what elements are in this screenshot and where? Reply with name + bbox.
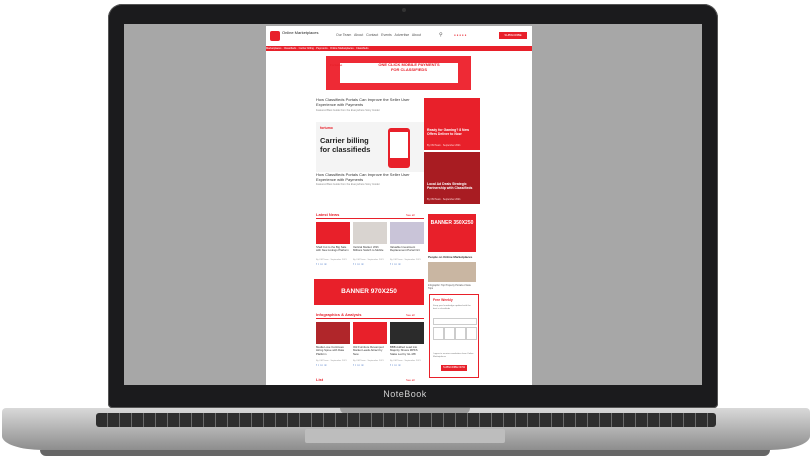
search-icon[interactable]: ⚲	[439, 32, 443, 38]
trackpad	[305, 429, 505, 443]
logo-icon[interactable]	[270, 31, 280, 41]
newsletter-consent[interactable]: I agree to receive newsletters from Onli…	[433, 353, 475, 359]
featured-article-title[interactable]: How Classifieds Portals Can Improve the …	[316, 97, 422, 107]
hero-ad-image[interactable]: fortumo Carrier billing for classifieds	[316, 122, 424, 172]
newsletter-subscribe-button[interactable]: SUBSCRIBE NOW	[441, 365, 467, 371]
side-panel-title: People on Online Marketplaces	[428, 255, 473, 259]
phone-screen	[390, 132, 408, 158]
featured-article-meta: Featured Best Guide from the Everywhere …	[316, 183, 380, 186]
bottom-section-heading: List	[316, 377, 324, 382]
newsletter-description: Keep your knowledge updated with the bes…	[433, 305, 471, 310]
news-ticker[interactable]: Marketplaces · Classifieds · Carrier bil…	[266, 46, 532, 51]
webcam-icon	[402, 8, 406, 12]
news-title[interactable]: Shall Cut to the Big Sale with New Listi…	[316, 245, 351, 253]
share-icons[interactable]: f t in ✉	[316, 263, 327, 266]
banner-970x250[interactable]: BANNER 970X250	[314, 279, 424, 305]
keyboard	[96, 413, 716, 427]
subscribe-button[interactable]: SUBSCRIBE	[499, 32, 527, 39]
news-title[interactable]: Old Furniture Revamped Market Leads Attr…	[353, 345, 388, 356]
news-thumbnail[interactable]	[353, 222, 387, 244]
news-title[interactable]: Vertical Market: With Millions Switch to…	[353, 245, 388, 253]
latest-news-see-all[interactable]: See all	[406, 213, 415, 217]
news-thumbnail[interactable]	[353, 322, 387, 344]
side-story-meta: By OM Team · September 2021	[427, 198, 461, 201]
side-story-card[interactable]: Local Ad Deals Strategic Partnership wit…	[424, 152, 480, 204]
nav-item[interactable]: Our Team	[336, 33, 351, 37]
news-thumbnail[interactable]	[390, 322, 424, 344]
ad-brand: Fortumo	[330, 63, 343, 67]
news-thumbnail[interactable]	[316, 222, 350, 244]
newsletter-email-input[interactable]	[433, 318, 477, 325]
nav-item[interactable]: Events	[381, 33, 392, 37]
hero-brand: fortumo	[320, 126, 333, 130]
news-meta: By OM Team · September 2021	[390, 259, 421, 261]
side-panel-image[interactable]	[428, 262, 476, 282]
notebook-brand-label: NoteBook	[383, 389, 427, 399]
share-icons[interactable]: f t in ✉	[390, 263, 401, 266]
news-title[interactable]: Media Love Continues Hiring Spree with D…	[316, 345, 351, 356]
infographics-heading: Infographics & Analysis	[316, 312, 362, 317]
top-ad-banner[interactable]: Fortumo ONE CLICK MOBILE PAYMENTS FOR CL…	[326, 56, 471, 90]
share-icons[interactable]: f t in ✉	[353, 364, 364, 367]
side-story-meta: By OM Team · September 2021	[427, 144, 461, 147]
newsletter-option[interactable]	[444, 327, 455, 340]
ad-text: ONE CLICK MOBILE PAYMENTS FOR CLASSIFIED…	[378, 62, 440, 72]
news-meta: By OM Team · September 2021	[316, 259, 347, 261]
side-panel-caption[interactable]: Infographic: Top Property Portals of Asi…	[428, 284, 476, 290]
bottom-section-see-all[interactable]: See all	[406, 378, 415, 382]
nav-item[interactable]: Advertise	[395, 33, 410, 37]
nav-item[interactable]: About	[354, 33, 363, 37]
nav-item[interactable]: About	[412, 33, 421, 37]
section-divider	[316, 218, 424, 219]
news-title[interactable]: BBB Addled Lead into Majority Shows MPKS…	[390, 345, 425, 356]
newsletter-option[interactable]	[433, 327, 444, 340]
side-story-card[interactable]: Ready for Gaming? 8 New Offers Deliver t…	[424, 98, 480, 150]
nav-item[interactable]: Contact	[366, 33, 378, 37]
share-icons[interactable]: f t in ✉	[390, 364, 401, 367]
news-meta: By OM Team · September 2021	[353, 360, 384, 362]
news-meta: By OM Team · September 2021	[390, 360, 421, 362]
site-header: Online Marketplaces Our Team About Conta…	[266, 26, 532, 47]
newsletter-box: Free Weekly Keep your knowledge updated …	[429, 294, 479, 378]
site-logo-text[interactable]: Online Marketplaces	[282, 30, 322, 35]
laptop-frame: Online Marketplaces Our Team About Conta…	[0, 0, 811, 462]
laptop-bottom-edge	[40, 450, 770, 456]
newsletter-option[interactable]	[466, 327, 477, 340]
latest-news-heading: Latest News	[316, 212, 340, 217]
website-page: Online Marketplaces Our Team About Conta…	[266, 26, 532, 385]
main-navigation: Our Team About Contact Events Advertise …	[336, 33, 421, 37]
featured-article-title[interactable]: How Classifieds Portals Can Improve the …	[316, 172, 422, 182]
news-meta: By OM Team · September 2021	[353, 259, 384, 261]
news-thumbnail[interactable]	[390, 222, 424, 244]
share-icons[interactable]: f t in ✉	[353, 263, 364, 266]
section-divider	[316, 318, 424, 319]
side-story-title: Local Ad Deals Strategic Partnership wit…	[427, 182, 473, 190]
social-icons[interactable]: ● ● ● ● ●	[454, 33, 466, 37]
side-story-title: Ready for Gaming? 8 New Offers Deliver t…	[427, 128, 470, 136]
news-title[interactable]: Valuable Investment Replacement Portal O…	[390, 245, 425, 253]
newsletter-title: Free Weekly	[433, 298, 453, 302]
hero-headline: Carrier billing for classifieds	[320, 136, 371, 154]
infographics-see-all[interactable]: See all	[406, 313, 415, 317]
news-thumbnail[interactable]	[316, 322, 350, 344]
banner-350x250[interactable]: BANNER 350X250	[428, 214, 476, 252]
share-icons[interactable]: f t in ✉	[316, 364, 327, 367]
news-meta: By OM Team · September 2021	[316, 360, 347, 362]
featured-article-meta: Featured Best Guide from the Everywhere …	[316, 109, 380, 112]
newsletter-option[interactable]	[455, 327, 466, 340]
